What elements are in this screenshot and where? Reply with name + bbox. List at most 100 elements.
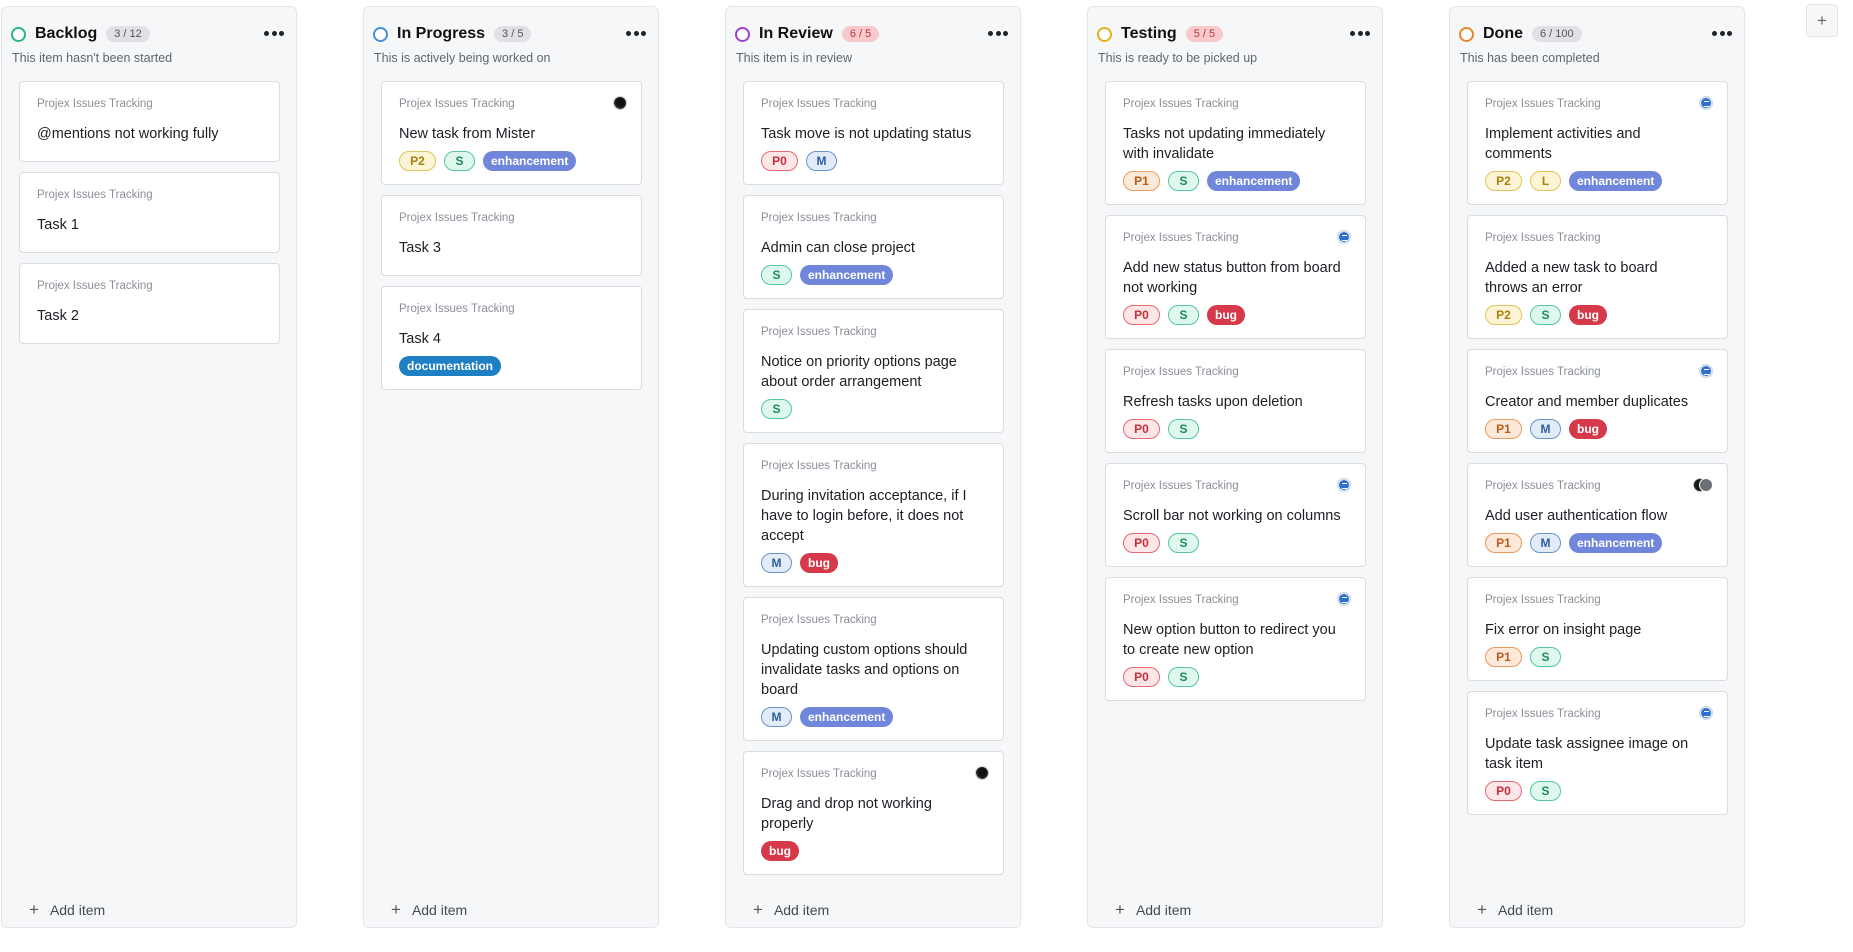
priority-badge: P0 — [1123, 667, 1160, 687]
label-badge: enhancement — [1207, 171, 1301, 191]
card-project-name: Projex Issues Tracking — [761, 614, 877, 626]
card-title: Implement activities and comments — [1485, 126, 1641, 162]
card-title: Scroll bar not working on columns — [1123, 508, 1341, 524]
assignee-avatar — [1337, 230, 1351, 244]
card-project-name: Projex Issues Tracking — [1485, 98, 1601, 110]
add-item-button[interactable]: + Add item — [1477, 900, 1553, 919]
column-count-badge: 6 / 5 — [841, 26, 880, 42]
plus-icon: + — [1477, 900, 1487, 919]
add-item-label: Add item — [1135, 902, 1192, 918]
priority-badge: P0 — [1123, 419, 1160, 439]
task-card[interactable]: Projex Issues Tracking Update task assign… — [1467, 691, 1728, 815]
task-card[interactable]: Projex Issues Tracking Add user authentic… — [1467, 463, 1728, 567]
task-card[interactable]: Projex Issues Tracking New option button … — [1105, 577, 1366, 701]
card-title: Refresh tasks upon deletion — [1123, 394, 1303, 410]
card-project-name: Projex Issues Tracking — [1123, 232, 1239, 244]
column-title: In Review — [759, 25, 833, 42]
card-tags: P0 Sbug — [1123, 305, 1349, 325]
task-card[interactable]: Projex Issues Tracking Fix error on insig… — [1467, 577, 1728, 681]
task-card[interactable]: Projex Issues Tracking Implement activiti… — [1467, 81, 1728, 205]
priority-badge: P0 — [761, 151, 798, 171]
card-tags: documentation — [399, 356, 625, 376]
card-title: During invitation acceptance, if I have … — [761, 488, 967, 544]
assignee-avatar — [1699, 96, 1713, 110]
add-item-label: Add item — [411, 902, 468, 918]
priority-badge: P2 — [1485, 171, 1522, 191]
card-title: Task move is not updating status — [761, 126, 972, 142]
label-badge: enhancement — [483, 151, 577, 171]
priority-badge: P2 — [399, 151, 436, 171]
task-card[interactable]: Projex Issues Tracking Notice on priority… — [743, 309, 1004, 433]
card-project-name: Projex Issues Tracking — [399, 212, 515, 224]
task-card[interactable]: Projex Issues Tracking Task 1 — [19, 172, 280, 253]
task-card[interactable]: Projex Issues Tracking Tasks not updating… — [1105, 81, 1366, 205]
card-tags: P1 Menhancement — [1485, 533, 1711, 553]
more-options-icon[interactable] — [262, 22, 286, 44]
add-item-label: Add item — [773, 902, 830, 918]
task-card[interactable]: Projex Issues Tracking During invitation … — [743, 443, 1004, 587]
column-description: This is actively being worked on — [374, 51, 551, 65]
card-project-name: Projex Issues Tracking — [399, 98, 515, 110]
task-card[interactable]: Projex Issues Tracking @mentions not work… — [19, 81, 280, 162]
size-badge: S — [444, 151, 475, 171]
column-title: Done — [1483, 25, 1523, 42]
card-title: Add user authentication flow — [1485, 508, 1668, 524]
card-project-name: Projex Issues Tracking — [37, 189, 153, 201]
more-options-icon[interactable] — [986, 22, 1010, 44]
task-card[interactable]: Projex Issues Tracking Task 4 documentatio… — [381, 286, 642, 390]
size-badge: S — [1168, 533, 1199, 553]
column-count-badge: 5 / 5 — [1185, 26, 1224, 42]
card-tags: P2 Sbug — [1485, 305, 1711, 325]
task-card[interactable]: Projex Issues Tracking Updating custom op… — [743, 597, 1004, 741]
status-ring-icon — [11, 26, 26, 42]
add-item-button[interactable]: + Add item — [391, 901, 468, 918]
task-card[interactable]: Projex Issues Tracking New task from Mist… — [381, 81, 642, 185]
add-item-label: Add item — [49, 902, 106, 918]
card-project-name: Projex Issues Tracking — [1123, 366, 1239, 378]
task-card[interactable]: Projex Issues Tracking Task 3 — [381, 195, 642, 276]
task-card[interactable]: Projex Issues Tracking Creator and member… — [1467, 349, 1728, 453]
status-ring-icon — [373, 26, 388, 42]
card-list: Projex Issues Tracking New task from Mist… — [381, 81, 642, 400]
size-badge: L — [1530, 171, 1561, 191]
status-ring-icon — [735, 26, 750, 42]
more-options-icon[interactable] — [1348, 22, 1372, 44]
assignee-avatar — [1699, 364, 1713, 378]
card-tags: Mbug — [761, 553, 987, 573]
more-options-icon[interactable] — [1710, 22, 1734, 44]
task-card[interactable]: Projex Issues Tracking Task move is not u… — [743, 81, 1004, 185]
card-tags: P0 S — [1123, 419, 1349, 439]
column-description: This is ready to be picked up — [1098, 51, 1258, 65]
task-card[interactable]: Projex Issues Tracking Scroll bar not wor… — [1105, 463, 1366, 567]
task-card[interactable]: Projex Issues Tracking Refresh tasks upon… — [1105, 349, 1366, 453]
card-project-name: Projex Issues Tracking — [399, 303, 515, 315]
add-item-button[interactable]: + Add item — [29, 901, 106, 918]
size-badge: S — [1530, 647, 1561, 667]
assignee-avatar — [975, 766, 989, 780]
more-options-icon[interactable] — [624, 22, 648, 44]
assignee-avatar-group — [1693, 478, 1713, 492]
column-description: This has been completed — [1460, 51, 1600, 65]
column-count-badge: 6 / 100 — [1532, 26, 1582, 42]
priority-badge: P2 — [1485, 305, 1522, 325]
task-card[interactable]: Projex Issues Tracking Task 2 — [19, 263, 280, 344]
priority-badge: P1 — [1485, 419, 1522, 439]
task-card[interactable]: Projex Issues Tracking Admin can close pr… — [743, 195, 1004, 299]
assignee-avatar — [1699, 706, 1713, 720]
task-card[interactable]: Projex Issues Tracking Add new status but… — [1105, 215, 1366, 339]
add-item-button[interactable]: + Add item — [753, 901, 830, 918]
label-badge: enhancement — [1569, 533, 1663, 553]
task-card[interactable]: Projex Issues Tracking Drag and drop not … — [743, 751, 1004, 875]
card-title: Creator and member duplicates — [1485, 394, 1689, 410]
column-testing: Testing 5 / 5 This is ready to be picked… — [1087, 6, 1383, 928]
card-title: Fix error on insight page — [1485, 622, 1642, 638]
card-title: Update task assignee image on task item — [1485, 736, 1689, 772]
size-badge: S — [1530, 305, 1561, 325]
task-card[interactable]: Projex Issues Tracking Added a new task t… — [1467, 215, 1728, 339]
add-column-button[interactable]: + — [1806, 4, 1838, 37]
size-badge: M — [761, 707, 792, 727]
size-badge: S — [1530, 781, 1561, 801]
add-item-button[interactable]: + Add item — [1115, 901, 1192, 918]
column-description: This item is in review — [736, 51, 852, 65]
card-title: Task 1 — [37, 217, 79, 233]
